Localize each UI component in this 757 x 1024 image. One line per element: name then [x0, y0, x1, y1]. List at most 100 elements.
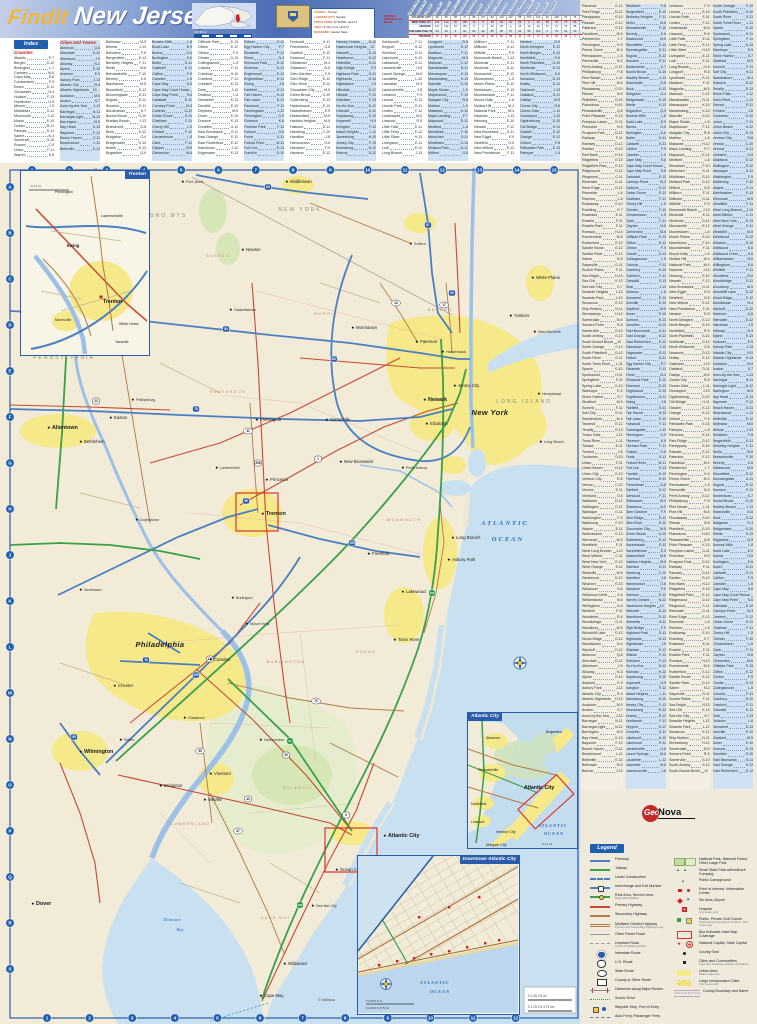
svg-text:31: 31 [246, 429, 250, 433]
geonova-logo-nova: Nova [658, 807, 695, 819]
svg-text:Suffern: Suffern [414, 242, 426, 246]
svg-text:5: 5 [180, 168, 183, 173]
mileage-column: TRENTON [531, 1, 539, 15]
svg-text:6: 6 [259, 1016, 262, 1021]
geonova-logo: Geo Nova [642, 803, 712, 831]
brand: FindItNew Jersey [6, 2, 213, 31]
svg-text:Linwood: Linwood [471, 820, 484, 824]
index-entry: East RutherfordE-12 [713, 769, 754, 775]
header: FindItNew Jersey 0 25 50 mi CAPITAL: Tre… [0, 0, 580, 38]
svg-text:22: 22 [94, 399, 98, 403]
svg-text:Vineland: Vineland [214, 771, 231, 776]
index-city-columns: Cities and TownsAbseconQ-8AllendaleD-12A… [60, 40, 580, 161]
svg-text:LONG ISLAND: LONG ISLAND [496, 399, 552, 405]
svg-text:Camden: Camden [214, 657, 231, 662]
svg-text:12: 12 [440, 168, 446, 173]
legend-item: Ski Area, Airport [674, 898, 750, 905]
wayside-icon [590, 1006, 612, 1012]
legend-item: Distances along Major Routes [590, 987, 672, 994]
svg-text:ATLANTIC: ATLANTIC [283, 786, 312, 790]
svg-text:ATLANTIC: ATLANTIC [480, 520, 529, 527]
svg-text:47: 47 [236, 829, 240, 833]
legend-item: Under Construction [590, 875, 672, 882]
svg-text:Pennington: Pennington [55, 190, 73, 194]
svg-text:Freehold: Freehold [372, 551, 390, 556]
rest-icon [590, 894, 612, 900]
svg-text:78: 78 [194, 407, 198, 411]
legend-item: U.S. Route [590, 960, 672, 967]
legend-item: State Route [590, 969, 672, 976]
svg-text:Asbury Park: Asbury Park [452, 557, 476, 562]
svg-text:30: 30 [284, 753, 288, 757]
svg-text:G: G [8, 461, 12, 466]
svg-text:Doylestown: Doylestown [140, 518, 159, 522]
svg-text:O: O [8, 783, 12, 788]
svg-text:Ewing: Ewing [67, 243, 80, 248]
svg-text:Burlington: Burlington [236, 596, 253, 600]
legend-item: Interstate Route [590, 951, 672, 958]
county-list: AtlanticP-7BergenD-12BurlingtonL-7Camden… [14, 56, 54, 158]
svg-text:Hackensack: Hackensack [446, 350, 466, 354]
fact-line: NICKNAME: Garden State [314, 30, 372, 35]
legend-item: HospitalCity maps only [674, 907, 750, 914]
ferry-icon [590, 1015, 612, 1021]
map-poster: FindItNew Jersey 0 25 50 mi CAPITAL: Tre… [0, 0, 757, 1024]
svg-text:10: 10 [428, 1016, 434, 1021]
svg-text:New Rochelle: New Rochelle [538, 330, 561, 334]
index-right-columns: ParamusE-12Park RidgeD-12ParsippanyE-10P… [582, 4, 755, 789]
scenic-icon [590, 997, 612, 1003]
svg-text:87: 87 [426, 223, 430, 227]
svg-text:OCEAN: OCEAN [492, 536, 524, 543]
index-entry: ClementonM-6 [152, 151, 192, 156]
svg-text:F: F [9, 415, 12, 420]
svg-text:Long Beach: Long Beach [544, 440, 564, 444]
index-entry: BrigantineQ-9 [106, 151, 146, 156]
svg-text:J: J [9, 553, 12, 558]
legend-item: Scenic Drive [590, 996, 672, 1003]
legend-right-column: National Park, National Forest, Other La… [674, 857, 750, 999]
svg-text:Hammonton: Hammonton [264, 738, 284, 742]
index-entry: HarrisonE-12 [290, 151, 330, 156]
brand-findit: FindIt [7, 6, 70, 29]
svg-text:Princeton: Princeton [270, 477, 289, 482]
svg-text:Norristown: Norristown [84, 588, 102, 592]
svg-text:1: 1 [46, 1016, 49, 1021]
svg-text:Glassboro: Glassboro [188, 716, 205, 720]
svg-text:7: 7 [255, 168, 258, 173]
svg-text:Long Branch: Long Branch [456, 535, 481, 540]
largecity-icon [674, 980, 696, 986]
svg-text:Pleasantville: Pleasantville [478, 768, 498, 772]
svg-text:Port Jervis: Port Jervis [186, 180, 204, 184]
svg-text:0 0.25 0.5 mi: 0 0.25 0.5 mi [366, 999, 383, 1003]
svg-text:23: 23 [394, 301, 398, 305]
svg-text:80: 80 [224, 327, 228, 331]
svg-text:Chester: Chester [118, 683, 134, 688]
svg-text:3: 3 [131, 1016, 134, 1021]
svg-text:0 1 2 mi: 0 1 2 mi [31, 184, 41, 188]
svg-text:13: 13 [477, 168, 483, 173]
freeway-icon [590, 858, 612, 864]
svg-text:14: 14 [514, 168, 520, 173]
facts-box: CAPITAL: TrentonLARGEST CITY: NewarkPOPU… [311, 8, 375, 41]
svg-text:OCEAN: OCEAN [356, 650, 377, 654]
index-entry: EdgewaterE-13 [198, 151, 238, 156]
svg-text:Allentown: Allentown [52, 425, 78, 431]
svg-text:8: 8 [292, 168, 295, 173]
svg-text:CAPE MAY: CAPE MAY [261, 916, 292, 920]
svg-text:GSP: GSP [430, 593, 435, 595]
svg-text:AC: AC [288, 740, 292, 743]
svg-text:Flemington: Flemington [260, 417, 282, 422]
svg-text:Atlantic City: Atlantic City [388, 833, 419, 839]
index-column: BellmawrM-5BelmarJ-13BelvidereF-8Bergenf… [106, 40, 146, 161]
state-seal [288, 11, 298, 22]
svg-text:7: 7 [301, 1016, 304, 1021]
svg-text:New Brunswick: New Brunswick [344, 459, 374, 464]
svg-text:E: E [8, 369, 11, 374]
header-scale-bar: 0 25 50 mi [194, 31, 252, 36]
index-column: BelvidereF-8BergenfieldE-13Berkeley Heig… [626, 4, 667, 789]
mileage-column: NEW BRUNSWICK [482, 1, 490, 15]
svg-text:0 1.25 2.5 4.75 km: 0 1.25 2.5 4.75 km [528, 1005, 555, 1009]
svg-text:Philadelphia: Philadelphia [136, 640, 185, 649]
tollway-icon [590, 867, 612, 873]
svg-text:Delaware: Delaware [162, 917, 181, 922]
